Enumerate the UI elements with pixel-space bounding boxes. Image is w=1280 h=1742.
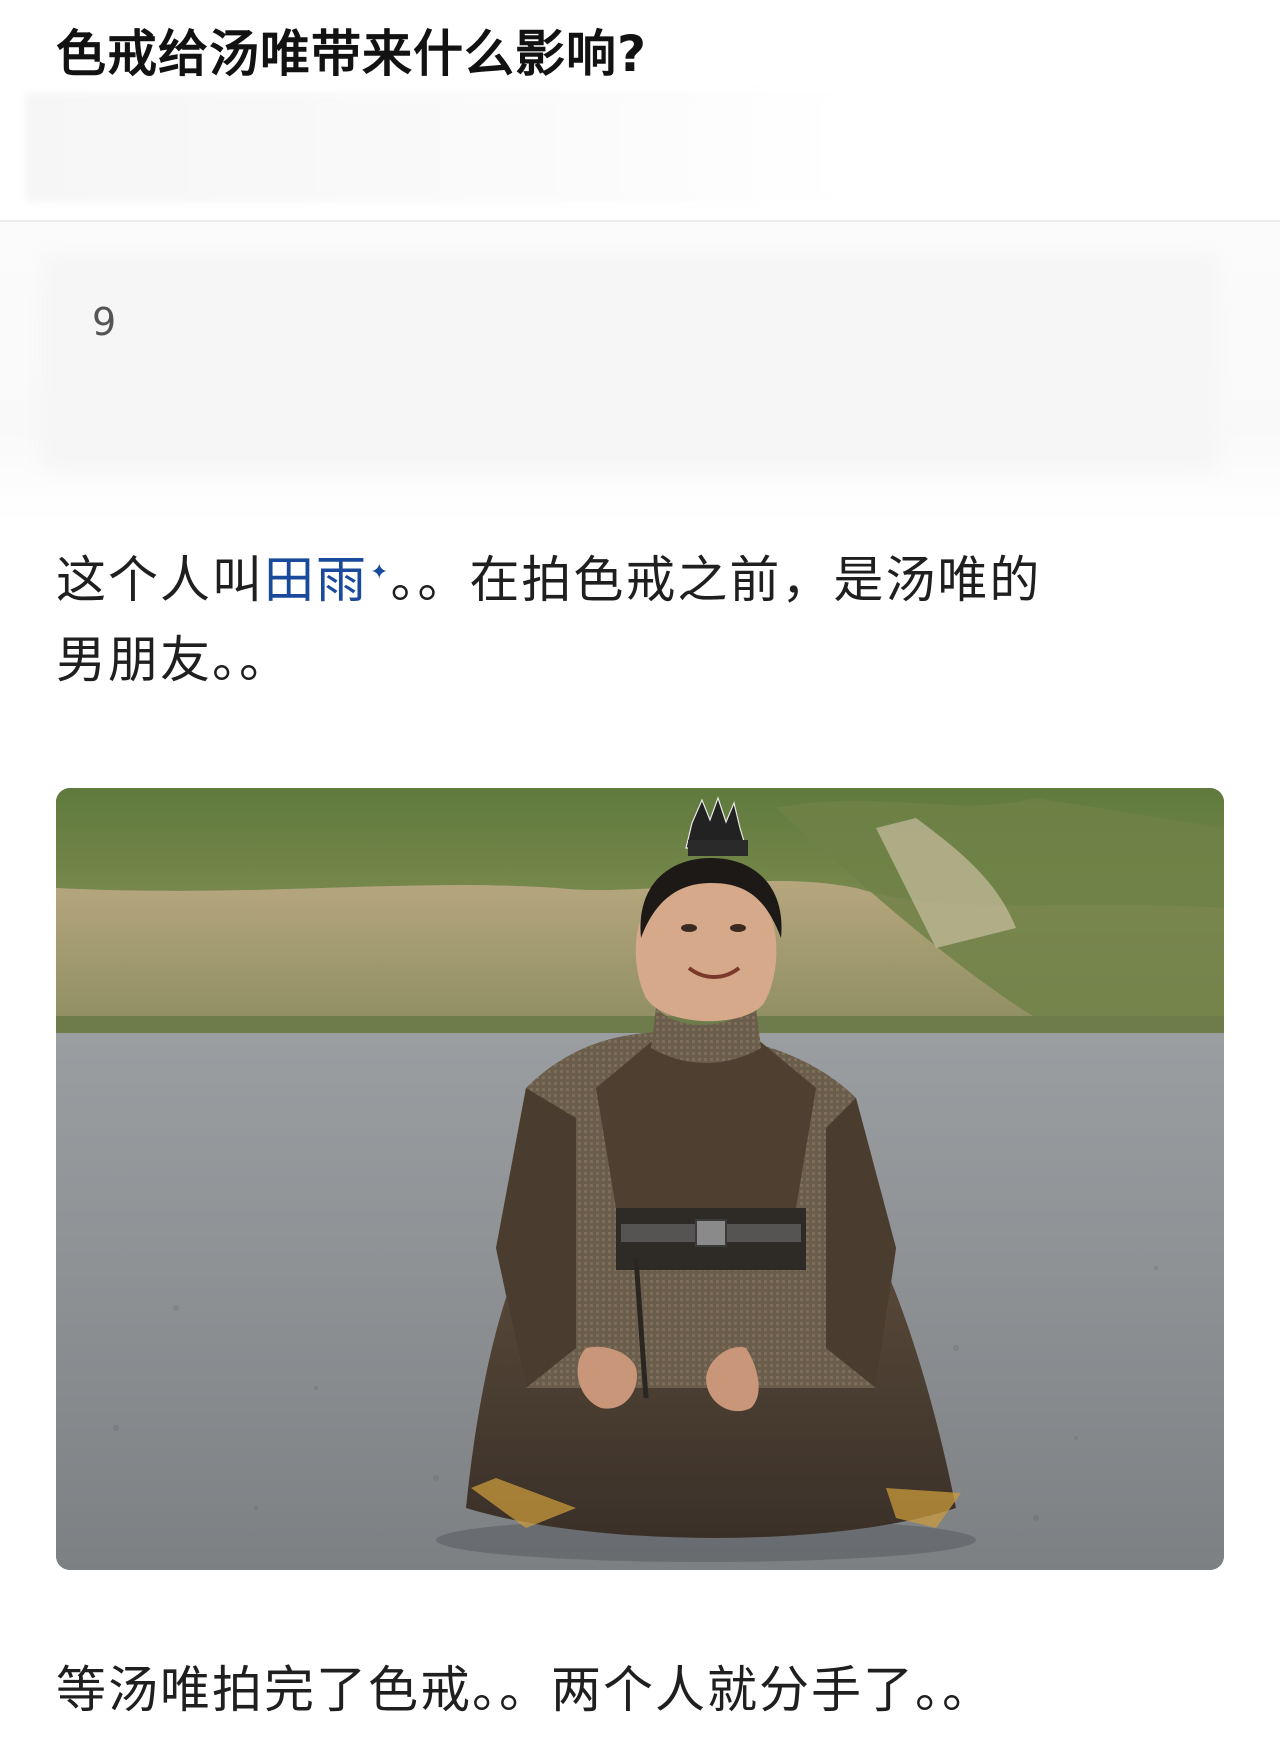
author-visible-fragment: 9 <box>92 300 117 344</box>
spark-icon: ✦ <box>370 560 391 586</box>
answer-paragraph-1: 这个人叫田雨✦。。在拍色戒之前，是汤唯的男朋友。。 <box>56 540 1226 700</box>
question-title[interactable]: 色戒给汤唯带来什么影响? <box>56 14 647 86</box>
answer-image[interactable] <box>56 788 1224 1570</box>
paragraph-1-suffix-line2: 男朋友。。 <box>56 631 291 689</box>
paragraph-1-suffix-line1: 。。在拍色戒之前，是汤唯的 <box>390 551 1042 609</box>
paragraph-1-prefix: 这个人叫 <box>56 551 264 609</box>
answer-paragraph-2: 等汤唯拍完了色戒。。两个人就分手了。。 <box>56 1661 994 1719</box>
blurred-question-meta <box>24 92 864 202</box>
blurred-author-card <box>40 252 1220 472</box>
kneeling-man-photo-icon <box>56 788 1224 1570</box>
person-link-tianyu[interactable]: 田雨 <box>264 551 368 609</box>
question-header: 色戒给汤唯带来什么影响? <box>0 0 1280 222</box>
author-info <box>0 222 1280 522</box>
